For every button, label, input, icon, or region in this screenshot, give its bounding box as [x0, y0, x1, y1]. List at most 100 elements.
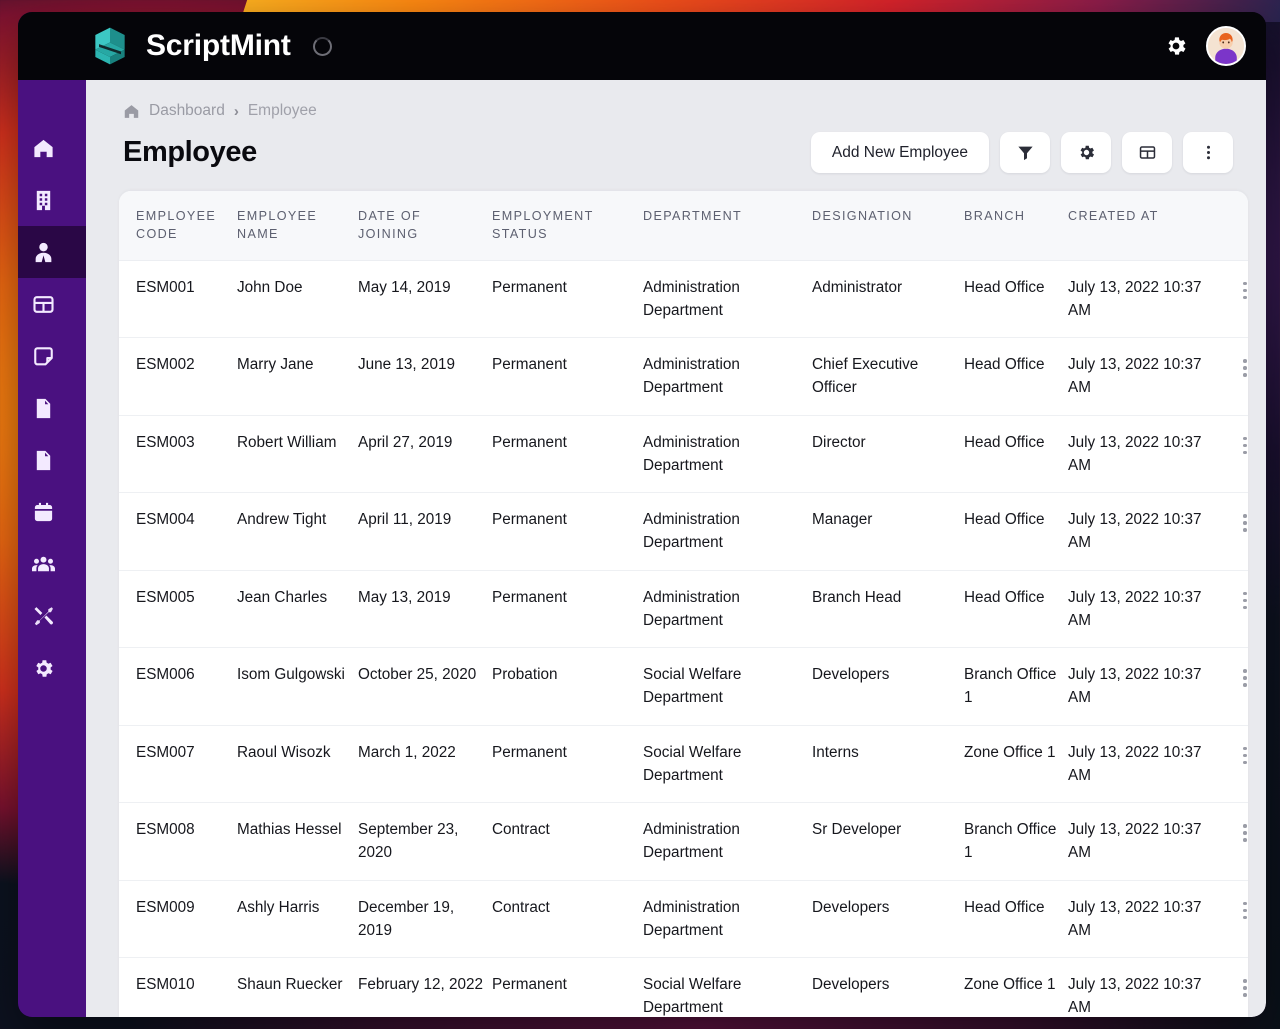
- loading-spinner: [312, 36, 332, 56]
- cell-designation: Manager: [812, 492, 964, 571]
- cell-employment-status: Permanent: [492, 725, 643, 803]
- file-chart-icon: [36, 398, 50, 418]
- sidebar-item-employee[interactable]: [18, 226, 86, 278]
- table-row[interactable]: ESM006 Isom Gulgowski October 25, 2020 Prob…: [119, 647, 1248, 726]
- table-row[interactable]: ESM008 Mathias Hessel September 23, 2020 Co…: [119, 802, 1248, 881]
- cell-actions: [1220, 260, 1248, 338]
- sidebar-item-notes[interactable]: [18, 330, 86, 382]
- row-menu-button[interactable]: [1220, 818, 1248, 842]
- three-dots-vertical-icon: [1206, 145, 1210, 160]
- cell-employee-code: ESM001: [119, 260, 237, 338]
- cell-employee-name: Andrew Tight: [237, 492, 358, 571]
- cell-designation: Developers: [812, 647, 964, 726]
- table-body: ESM001 John Doe May 14, 2019 Permanent Admin…: [119, 260, 1248, 1017]
- cell-designation: Developers: [812, 880, 964, 958]
- column-header-department[interactable]: DEPARTMENT: [643, 191, 812, 261]
- columns-view-button[interactable]: [1122, 132, 1172, 173]
- brand[interactable]: ScriptMint: [88, 24, 291, 68]
- cell-designation: Chief Executive Officer: [812, 337, 964, 416]
- cell-employment-status: Permanent: [492, 260, 643, 338]
- cell-department: Administration Department: [643, 802, 812, 881]
- cell-created-at: July 13, 2022 10:37 AM: [1068, 570, 1220, 648]
- cell-branch: Head Office: [964, 260, 1068, 338]
- window-body: Dashboard › Employee Employee Add New Em…: [18, 12, 1266, 1017]
- breadcrumb-current: Employee: [247, 102, 317, 119]
- table-head: EMPLOYEE CODE EMPLOYEE NAME DATE OF JOIN…: [119, 191, 1248, 261]
- cell-date-of-joining: December 19, 2019: [358, 880, 492, 958]
- three-dots-vertical-icon: [1243, 528, 1247, 532]
- cell-designation: Developers: [812, 957, 964, 1017]
- table-header-row: EMPLOYEE CODE EMPLOYEE NAME DATE OF JOIN…: [119, 191, 1248, 261]
- row-menu-button[interactable]: [1220, 508, 1248, 532]
- sidebar-item-calendar[interactable]: [18, 486, 86, 538]
- table-row[interactable]: ESM005 Jean Charles May 13, 2019 Permanent A…: [119, 570, 1248, 648]
- add-new-employee-button[interactable]: Add New Employee: [810, 132, 989, 173]
- table-row[interactable]: ESM003 Robert William April 27, 2019 Perman…: [119, 415, 1248, 493]
- page-header: Employee Add New Employee: [86, 120, 1266, 173]
- column-header-branch[interactable]: BRANCH: [964, 191, 1068, 261]
- cell-branch: Head Office: [964, 415, 1068, 493]
- users-group-icon: [31, 556, 55, 571]
- three-dots-vertical-icon: [1243, 669, 1247, 673]
- table-row[interactable]: ESM004 Andrew Tight April 11, 2019 Permanen…: [119, 492, 1248, 571]
- more-actions-button[interactable]: [1183, 132, 1233, 173]
- filter-funnel-icon: [1017, 146, 1033, 161]
- avatar[interactable]: [1206, 26, 1246, 66]
- cell-employment-status: Permanent: [492, 415, 643, 493]
- cell-department: Administration Department: [643, 337, 812, 416]
- sidebar-item-settings[interactable]: [18, 642, 86, 694]
- filter-button[interactable]: [1000, 132, 1050, 173]
- table-row[interactable]: ESM002 Marry Jane June 13, 2019 Permanent Ad…: [119, 337, 1248, 416]
- sidebar-item-home[interactable]: [18, 122, 86, 174]
- column-header-date-of-joining[interactable]: DATE OF JOINING: [358, 191, 492, 261]
- table-row[interactable]: ESM007 Raoul Wisozk March 1, 2022 Permanent…: [119, 725, 1248, 803]
- three-dots-vertical-icon: [1243, 760, 1247, 765]
- sidebar-item-teams[interactable]: [18, 538, 86, 590]
- cell-employment-status: Permanent: [492, 337, 643, 416]
- sidebar-item-reports[interactable]: [18, 382, 86, 434]
- row-menu-button[interactable]: [1220, 973, 1248, 997]
- cell-employee-name: Isom Gulgowski: [237, 647, 358, 726]
- table-columns-icon: [1139, 146, 1155, 159]
- column-header-employee-name[interactable]: EMPLOYEE NAME: [237, 191, 358, 261]
- cell-employee-code: ESM010: [119, 957, 237, 1017]
- row-menu-button[interactable]: [1220, 353, 1248, 377]
- cell-department: Administration Department: [643, 570, 812, 648]
- row-menu-button[interactable]: [1220, 586, 1248, 610]
- three-dots-vertical-icon: [1243, 514, 1247, 518]
- gear-icon[interactable]: [1164, 34, 1188, 58]
- home-icon[interactable]: [123, 103, 140, 120]
- row-menu-button[interactable]: [1220, 276, 1248, 300]
- column-header-employment-status[interactable]: EMPLOYMENT STATUS: [492, 191, 643, 261]
- table-row[interactable]: ESM001 John Doe May 14, 2019 Permanent Admin…: [119, 260, 1248, 338]
- sidebar-item-board[interactable]: [18, 278, 86, 330]
- cell-employment-status: Permanent: [492, 957, 643, 1017]
- sidebar-item-organization[interactable]: [18, 174, 86, 226]
- cell-branch: Head Office: [964, 570, 1068, 648]
- breadcrumb-dashboard[interactable]: Dashboard: [149, 102, 225, 120]
- column-header-designation[interactable]: DESIGNATION: [812, 191, 964, 261]
- content-area: Dashboard › Employee Employee Add New Em…: [86, 80, 1266, 1017]
- cell-employment-status: Probation: [492, 647, 643, 726]
- row-menu-button[interactable]: [1220, 896, 1248, 920]
- table-settings-button[interactable]: [1061, 132, 1111, 173]
- toolbar: Add New Employee: [810, 132, 1233, 173]
- three-dots-vertical-icon: [1243, 443, 1247, 448]
- column-header-created-at[interactable]: CREATED AT: [1068, 191, 1220, 261]
- calendar-icon: [34, 502, 52, 521]
- row-menu-button[interactable]: [1220, 431, 1248, 455]
- column-header-employee-code[interactable]: EMPLOYEE CODE: [119, 191, 237, 261]
- row-menu-button[interactable]: [1220, 741, 1248, 765]
- employee-table-card: EMPLOYEE CODE EMPLOYEE NAME DATE OF JOIN…: [119, 191, 1248, 1017]
- sidebar-item-tools[interactable]: [18, 590, 86, 642]
- table-row[interactable]: ESM009 Ashly Harris December 19, 2019 Contr…: [119, 880, 1248, 958]
- cell-created-at: July 13, 2022 10:37 AM: [1068, 260, 1220, 338]
- brand-name: ScriptMint: [146, 29, 291, 62]
- sidebar-item-documents[interactable]: [18, 434, 86, 486]
- cell-actions: [1220, 725, 1248, 803]
- row-menu-button[interactable]: [1220, 663, 1248, 687]
- table-row[interactable]: ESM010 Shaun Ruecker February 12, 2022 Perm…: [119, 957, 1248, 1017]
- cell-employee-name: Mathias Hessel: [237, 802, 358, 881]
- cell-date-of-joining: April 27, 2019: [358, 415, 492, 493]
- cell-employee-code: ESM006: [119, 647, 237, 726]
